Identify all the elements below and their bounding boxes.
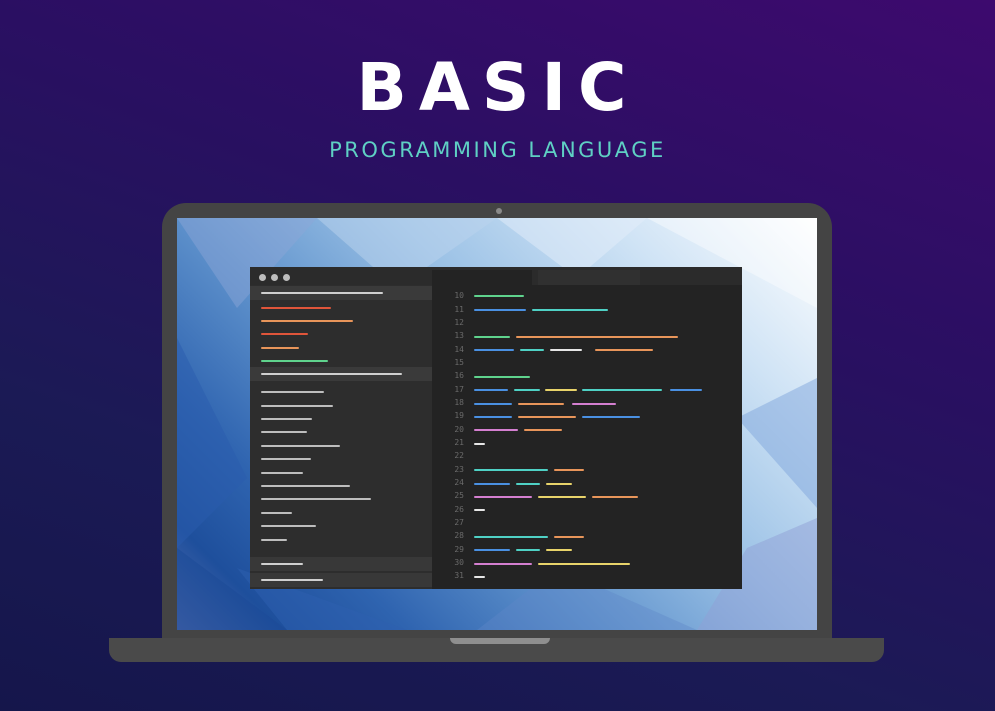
line-number: 13 (454, 331, 464, 340)
code-token (474, 389, 508, 391)
code-token (474, 496, 532, 498)
code-token (514, 389, 540, 391)
code-token (474, 469, 548, 471)
sidebar-section-header[interactable] (250, 286, 432, 300)
line-number: 22 (454, 451, 464, 460)
laptop-opening-notch (450, 638, 550, 644)
webcam-icon (496, 208, 502, 214)
tab-active[interactable] (432, 270, 532, 285)
code-token (474, 376, 530, 378)
code-token (546, 549, 572, 551)
code-token (474, 416, 512, 418)
line-number: 10 (454, 291, 464, 300)
line-number: 21 (454, 438, 464, 447)
line-number: 23 (454, 465, 464, 474)
code-token (595, 349, 653, 351)
code-token (554, 469, 584, 471)
code-token (670, 389, 702, 391)
code-token (516, 336, 678, 338)
code-token (532, 309, 608, 311)
page-subtitle: PROGRAMMING LANGUAGE (329, 138, 666, 162)
list-item[interactable] (261, 431, 307, 433)
sidebar-footer-item[interactable] (250, 557, 432, 571)
file-explorer-sidebar (250, 285, 432, 589)
code-token (474, 563, 532, 565)
code-token (474, 295, 524, 297)
line-number: 11 (454, 305, 464, 314)
minimize-dot-icon[interactable] (271, 274, 278, 281)
code-token (518, 403, 564, 405)
code-token (524, 429, 562, 431)
line-number: 18 (454, 398, 464, 407)
code-token (592, 496, 638, 498)
line-number: 20 (454, 425, 464, 434)
line-number: 19 (454, 411, 464, 420)
line-number: 28 (454, 531, 464, 540)
code-token (582, 389, 662, 391)
code-token (474, 483, 510, 485)
line-number: 29 (454, 545, 464, 554)
code-token (474, 549, 510, 551)
list-item[interactable] (261, 498, 371, 500)
code-token (474, 576, 485, 578)
code-token (518, 416, 576, 418)
list-item[interactable] (261, 458, 311, 460)
line-number: 26 (454, 505, 464, 514)
list-item[interactable] (261, 445, 340, 447)
code-token (474, 309, 526, 311)
line-number: 14 (454, 345, 464, 354)
list-item[interactable] (261, 418, 312, 420)
code-token (572, 403, 616, 405)
code-editor-window: 10 11 12 13 14 15 16 17 18 19 20 21 22 2… (250, 267, 742, 589)
page-title: BASIC (356, 49, 639, 126)
line-number: 16 (454, 371, 464, 380)
list-item[interactable] (261, 405, 333, 407)
list-item[interactable] (261, 347, 299, 349)
window-titlebar (250, 267, 432, 285)
code-token (474, 536, 548, 538)
code-token (538, 563, 630, 565)
code-token (520, 349, 544, 351)
line-number: 12 (454, 318, 464, 327)
list-item[interactable] (261, 525, 316, 527)
line-number: 17 (454, 385, 464, 394)
code-token (546, 483, 572, 485)
code-token (474, 429, 518, 431)
list-item[interactable] (261, 472, 303, 474)
line-number: 31 (454, 571, 464, 580)
code-token (474, 443, 485, 445)
code-token (550, 349, 582, 351)
code-token (474, 336, 510, 338)
sidebar-section-header[interactable] (250, 367, 432, 381)
code-token (538, 496, 586, 498)
list-item[interactable] (261, 512, 292, 514)
line-number: 27 (454, 518, 464, 527)
list-item[interactable] (261, 307, 331, 309)
code-token (474, 509, 485, 511)
code-editor-pane: 10 11 12 13 14 15 16 17 18 19 20 21 22 2… (432, 267, 742, 589)
code-token (474, 403, 512, 405)
code-token (474, 349, 514, 351)
close-dot-icon[interactable] (259, 274, 266, 281)
code-token (554, 536, 584, 538)
line-number: 24 (454, 478, 464, 487)
maximize-dot-icon[interactable] (283, 274, 290, 281)
list-item[interactable] (261, 333, 308, 335)
list-item[interactable] (261, 539, 287, 541)
code-token (582, 416, 640, 418)
list-item[interactable] (261, 360, 328, 362)
tab-inactive[interactable] (538, 270, 640, 285)
code-token (516, 483, 540, 485)
line-number: 30 (454, 558, 464, 567)
sidebar-footer-item[interactable] (250, 573, 432, 587)
list-item[interactable] (261, 485, 350, 487)
list-item[interactable] (261, 391, 324, 393)
list-item[interactable] (261, 320, 353, 322)
editor-tab-strip (432, 267, 742, 285)
line-number: 15 (454, 358, 464, 367)
code-token (545, 389, 577, 391)
line-number: 25 (454, 491, 464, 500)
code-token (516, 549, 540, 551)
